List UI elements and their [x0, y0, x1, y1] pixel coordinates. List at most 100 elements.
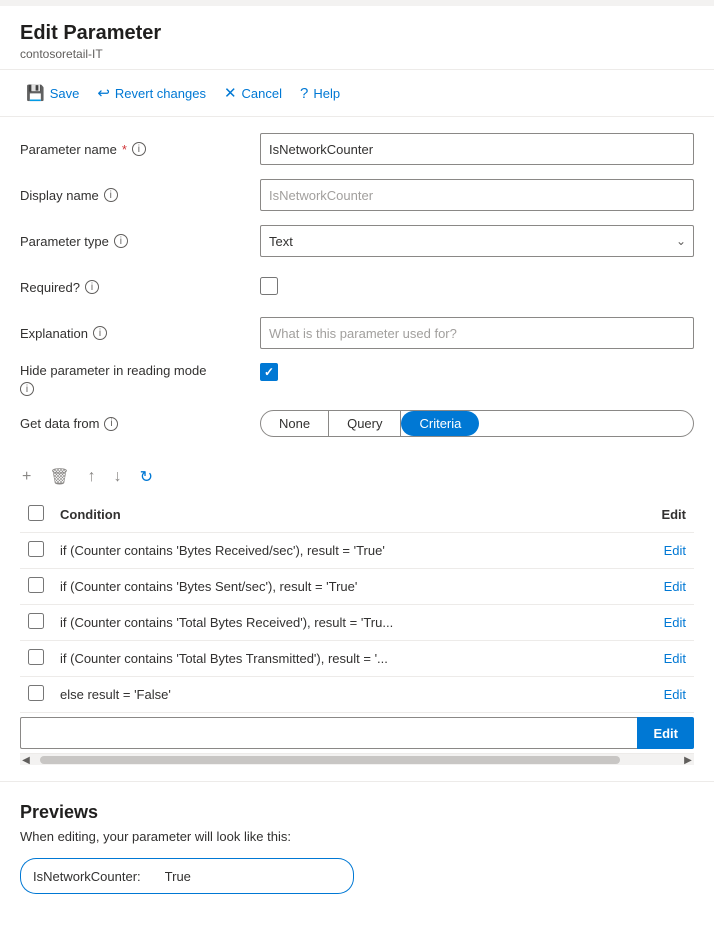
- parameter-name-row: Parameter name * i: [20, 133, 694, 165]
- criteria-table-container: Condition Edit if (Counter contains 'Byt…: [20, 497, 694, 765]
- parameter-type-label: Parameter type i: [20, 234, 260, 249]
- bottom-text-input[interactable]: [20, 717, 637, 749]
- required-checkbox[interactable]: [260, 277, 278, 295]
- explanation-label: Explanation i: [20, 326, 260, 341]
- page-subtitle: contosoretail-IT: [20, 47, 694, 61]
- page-title: Edit Parameter: [20, 22, 694, 45]
- edit-col-header: Edit: [634, 497, 694, 533]
- radio-criteria[interactable]: Criteria: [401, 411, 479, 436]
- bottom-edit-row: Edit: [20, 717, 694, 749]
- cancel-icon: ✕: [224, 84, 237, 102]
- radio-none[interactable]: None: [261, 411, 329, 436]
- row-checkbox-4[interactable]: [28, 685, 44, 701]
- row-checkbox-1[interactable]: [28, 577, 44, 593]
- refresh-button[interactable]: ↻: [138, 465, 155, 489]
- scroll-thumb[interactable]: [40, 756, 620, 764]
- parameter-name-label: Parameter name * i: [20, 142, 260, 157]
- explanation-row: Explanation i: [20, 317, 694, 349]
- condition-col-header: Condition: [52, 497, 634, 533]
- table-row: else result = 'False' Edit: [20, 677, 694, 713]
- scroll-right-icon[interactable]: ▶: [682, 754, 694, 765]
- get-data-radio-group: None Query Criteria: [260, 410, 694, 437]
- required-label: Required? i: [20, 280, 260, 295]
- edit-row-button-0[interactable]: Edit: [664, 543, 686, 558]
- condition-cell-0: if (Counter contains 'Bytes Received/sec…: [52, 533, 634, 569]
- previews-description: When editing, your parameter will look l…: [20, 829, 694, 844]
- parameter-name-control: [260, 133, 694, 165]
- delete-row-button[interactable]: 🗑: [47, 465, 71, 489]
- condition-cell-4: else result = 'False': [52, 677, 634, 713]
- condition-cell-3: if (Counter contains 'Total Bytes Transm…: [52, 641, 634, 677]
- edit-row-button-2[interactable]: Edit: [664, 615, 686, 630]
- parameter-name-info-icon[interactable]: i: [132, 142, 146, 156]
- parameter-type-dropdown[interactable]: Text Number Date Boolean: [260, 225, 694, 257]
- form-body: Parameter name * i Display name i Parame…: [0, 117, 714, 781]
- explanation-info-icon[interactable]: i: [93, 326, 107, 340]
- save-label: Save: [50, 86, 80, 101]
- toolbar: 💾 Save ↩ Revert changes ✕ Cancel ? Help: [0, 70, 714, 117]
- table-row: if (Counter contains 'Bytes Sent/sec'), …: [20, 569, 694, 605]
- previews-title: Previews: [20, 802, 694, 823]
- get-data-control: None Query Criteria: [260, 410, 694, 437]
- required-star: *: [122, 142, 127, 157]
- table-toolbar: + 🗑 ↑ ↓ ↻: [20, 457, 694, 497]
- scroll-left-icon[interactable]: ◀: [20, 754, 32, 765]
- required-row: Required? i: [20, 271, 694, 303]
- display-name-label: Display name i: [20, 188, 260, 203]
- select-all-checkbox[interactable]: [28, 505, 44, 521]
- previews-section: Previews When editing, your parameter wi…: [0, 781, 714, 894]
- edit-row-button-3[interactable]: Edit: [664, 651, 686, 666]
- table-row: if (Counter contains 'Total Bytes Transm…: [20, 641, 694, 677]
- criteria-table: Condition Edit if (Counter contains 'Byt…: [20, 497, 694, 713]
- edit-row-button-4[interactable]: Edit: [664, 687, 686, 702]
- page-header: Edit Parameter contosoretail-IT: [0, 6, 714, 70]
- bottom-edit-button[interactable]: Edit: [637, 717, 694, 749]
- preview-label: IsNetworkCounter:: [20, 858, 153, 894]
- get-data-row: Get data from i None Query Criteria: [20, 410, 694, 437]
- parameter-type-row: Parameter type i Text Number Date Boolea…: [20, 225, 694, 257]
- add-row-button[interactable]: +: [20, 466, 33, 488]
- row-checkbox-0[interactable]: [28, 541, 44, 557]
- revert-label: Revert changes: [115, 86, 206, 101]
- preview-value-input[interactable]: [153, 858, 354, 894]
- parameter-type-info-icon[interactable]: i: [114, 234, 128, 248]
- get-data-label: Get data from i: [20, 416, 260, 431]
- save-icon: 💾: [26, 84, 45, 102]
- hide-param-checkbox-col: ✓: [260, 363, 278, 381]
- required-info-icon[interactable]: i: [85, 280, 99, 294]
- parameter-type-control: Text Number Date Boolean ⌄: [260, 225, 694, 257]
- hide-param-row: Hide parameter in reading mode i ✓: [20, 363, 694, 396]
- row-checkbox-3[interactable]: [28, 649, 44, 665]
- hide-param-info-icon[interactable]: i: [20, 382, 34, 396]
- revert-icon: ↩: [97, 84, 110, 102]
- help-label: Help: [313, 86, 340, 101]
- cancel-button[interactable]: ✕ Cancel: [218, 80, 288, 106]
- table-row: if (Counter contains 'Bytes Received/sec…: [20, 533, 694, 569]
- move-down-button[interactable]: ↓: [112, 466, 124, 488]
- hide-param-label-col: Hide parameter in reading mode i: [20, 363, 260, 396]
- hide-param-checkbox[interactable]: ✓: [260, 363, 278, 381]
- row-checkbox-2[interactable]: [28, 613, 44, 629]
- parameter-name-input[interactable]: [260, 133, 694, 165]
- get-data-info-icon[interactable]: i: [104, 417, 118, 431]
- explanation-input[interactable]: [260, 317, 694, 349]
- table-row: if (Counter contains 'Total Bytes Receiv…: [20, 605, 694, 641]
- display-name-info-icon[interactable]: i: [104, 188, 118, 202]
- revert-button[interactable]: ↩ Revert changes: [91, 80, 212, 106]
- explanation-control: [260, 317, 694, 349]
- hide-param-info: i: [20, 382, 260, 396]
- help-button[interactable]: ? Help: [294, 81, 346, 106]
- display-name-input[interactable]: [260, 179, 694, 211]
- required-control: [260, 277, 694, 298]
- parameter-type-dropdown-wrapper: Text Number Date Boolean ⌄: [260, 225, 694, 257]
- radio-query[interactable]: Query: [329, 411, 401, 436]
- edit-row-button-1[interactable]: Edit: [664, 579, 686, 594]
- help-icon: ?: [300, 85, 308, 102]
- preview-field: IsNetworkCounter:: [20, 858, 694, 894]
- cancel-label: Cancel: [242, 86, 282, 101]
- display-name-control: [260, 179, 694, 211]
- horizontal-scrollbar[interactable]: ◀ ▶: [20, 753, 694, 765]
- checkmark-icon: ✓: [264, 365, 274, 379]
- save-button[interactable]: 💾 Save: [20, 80, 85, 106]
- move-up-button[interactable]: ↑: [86, 466, 98, 488]
